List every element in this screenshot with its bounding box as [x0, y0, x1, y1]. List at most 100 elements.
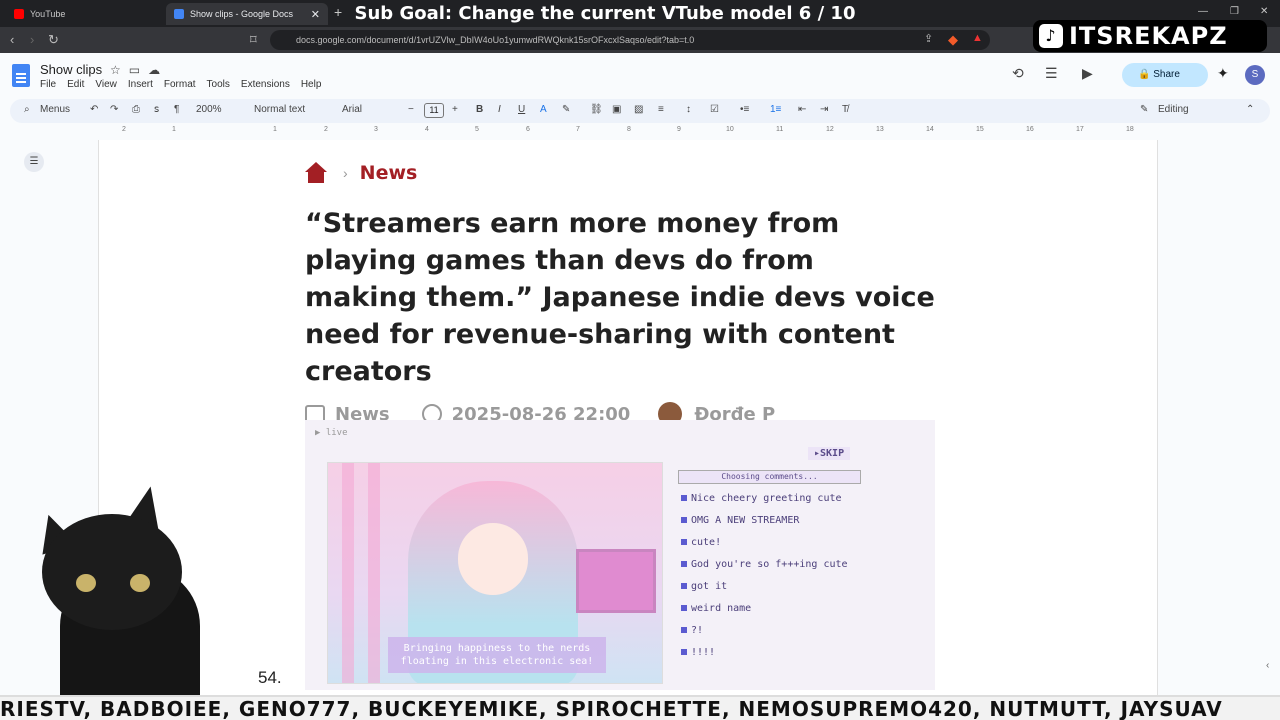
cloud-status-icon[interactable]: ☁ — [148, 63, 168, 77]
right-rail — [1158, 140, 1280, 695]
ruler-tick: 1 — [273, 126, 277, 133]
align-icon[interactable]: ≡ — [658, 104, 664, 115]
text-color-icon[interactable]: A — [540, 104, 547, 115]
tab-youtube[interactable]: YouTube — [6, 3, 161, 25]
menu-insert[interactable]: Insert — [128, 79, 153, 90]
print-icon[interactable]: ⎙ — [132, 104, 140, 115]
tiktok-handle-overlay: ♪ ITSREKAPZ — [1033, 20, 1267, 52]
game-caption: Bringing happiness to the nerds floating… — [388, 637, 606, 673]
menu-view[interactable]: View — [95, 79, 117, 90]
font-size-field[interactable]: 11 — [424, 103, 444, 118]
back-icon[interactable]: ‹ — [10, 32, 14, 47]
ruler-tick: 8 — [627, 126, 631, 133]
bullet-list-icon[interactable]: •≡ — [740, 104, 749, 115]
search-icon[interactable]: ⌕ — [24, 104, 30, 115]
pasted-article: › News “Streamers earn more money from p… — [305, 155, 935, 426]
menu-help[interactable]: Help — [301, 79, 322, 90]
comment-item: God you're so f+++ing cute — [681, 559, 861, 570]
menu-tools[interactable]: Tools — [207, 79, 230, 90]
restore-icon[interactable]: ❐ — [1230, 6, 1239, 17]
menu-extensions[interactable]: Extensions — [241, 79, 290, 90]
game-scene-image: Bringing happiness to the nerds floating… — [327, 462, 663, 684]
link-icon[interactable]: ⛓ — [590, 104, 603, 115]
docs-icon — [174, 9, 184, 19]
clear-formatting-icon[interactable]: T̸ — [842, 104, 848, 115]
undo-icon[interactable]: ↶ — [90, 104, 98, 115]
reload-icon[interactable]: ↻ — [48, 32, 59, 48]
share-button[interactable]: 🔒 Share — [1122, 63, 1208, 87]
zoom-select[interactable]: 200% — [196, 104, 222, 115]
decor-stripe — [342, 463, 354, 683]
url-field[interactable]: docs.google.com/document/d/1vrUZVlw_DbIW… — [270, 30, 990, 50]
paint-format-icon[interactable]: ¶ — [174, 104, 179, 115]
checklist-icon[interactable]: ☑ — [710, 104, 719, 115]
monitor-prop — [576, 549, 656, 613]
decrease-font-icon[interactable]: − — [408, 104, 414, 115]
comment-item: !!!! — [681, 647, 861, 658]
meet-icon[interactable]: ▶ — [1082, 65, 1093, 82]
decor-stripe — [368, 463, 380, 683]
gemini-icon[interactable]: ✦ — [1217, 65, 1229, 82]
comment-list: Nice cheery greeting cute OMG A NEW STRE… — [681, 493, 861, 669]
ruler-tick: 5 — [475, 126, 479, 133]
ruler-tick: 2 — [122, 126, 126, 133]
ruler-tick: 12 — [826, 126, 834, 133]
outline-icon[interactable]: ☰ — [24, 152, 44, 172]
ruler-tick: 18 — [1126, 126, 1134, 133]
choosing-comments-label: Choosing comments... — [678, 470, 861, 484]
ruler[interactable]: 2 1 1 2 3 4 5 6 7 8 9 10 11 12 13 14 15 … — [98, 126, 1158, 140]
highlight-icon[interactable]: ✎ — [562, 104, 570, 115]
menus-search[interactable]: Menus — [40, 104, 70, 115]
menu-edit[interactable]: Edit — [67, 79, 84, 90]
close-window-icon[interactable]: ✕ — [1260, 6, 1268, 17]
forward-icon[interactable]: › — [30, 32, 34, 47]
tiktok-icon: ♪ — [1039, 24, 1063, 48]
underline-icon[interactable]: U — [518, 104, 525, 115]
ruler-tick: 17 — [1076, 126, 1084, 133]
rewards-icon[interactable]: ▲ — [972, 32, 983, 44]
character-face — [458, 523, 528, 595]
brave-shield-icon[interactable]: ◆ — [948, 32, 958, 48]
menu-file[interactable]: File — [40, 79, 56, 90]
ruler-tick: 11 — [776, 126, 784, 133]
game-screenshot: ▶ live Bringing happiness to the nerds f… — [305, 420, 935, 690]
increase-font-icon[interactable]: + — [452, 104, 458, 115]
scroll-chevron-icon[interactable]: ‹ — [1266, 660, 1269, 671]
breadcrumb: › News — [305, 155, 935, 191]
style-select[interactable]: Normal text — [254, 104, 305, 115]
bold-icon[interactable]: B — [476, 104, 483, 115]
history-icon[interactable]: ⟲ — [1012, 65, 1024, 82]
font-select[interactable]: Arial — [342, 104, 362, 115]
minimize-icon[interactable]: — — [1198, 6, 1208, 17]
increase-indent-icon[interactable]: ⇥ — [820, 104, 828, 115]
tab-label: YouTube — [30, 9, 66, 19]
supporter-ticker: RIESTV, BADBOIEE, GENO777, BUCKEYEMIKE, … — [0, 695, 1280, 720]
star-icon[interactable]: ☆ — [110, 63, 129, 77]
comment-add-icon[interactable]: ▣ — [612, 104, 621, 115]
ruler-tick: 3 — [374, 126, 378, 133]
line-spacing-icon[interactable]: ↕ — [686, 104, 691, 115]
menu-format[interactable]: Format — [164, 79, 196, 90]
ruler-tick: 10 — [726, 126, 734, 133]
docs-logo-icon[interactable] — [12, 64, 30, 87]
account-avatar[interactable]: S — [1245, 65, 1265, 85]
image-icon[interactable]: ▨ — [634, 104, 643, 115]
spellcheck-icon[interactable]: ꜱ — [154, 104, 159, 115]
redo-icon[interactable]: ↷ — [110, 104, 118, 115]
bookmark-icon[interactable]: ⌑ — [250, 32, 257, 48]
article-headline: “Streamers earn more money from playing … — [305, 208, 935, 387]
comments-icon[interactable]: ☰ — [1045, 65, 1058, 82]
italic-icon[interactable]: I — [498, 104, 501, 115]
vtuber-cat-avatar — [30, 482, 200, 696]
document-title[interactable]: Show clips — [40, 62, 102, 77]
ruler-tick: 16 — [1026, 126, 1034, 133]
hide-menus-icon[interactable]: ⌃ — [1246, 104, 1254, 115]
share-page-icon[interactable]: ⇪ — [924, 32, 933, 45]
comment-item: Nice cheery greeting cute — [681, 493, 861, 504]
mode-select[interactable]: Editing — [1158, 104, 1189, 115]
move-folder-icon[interactable]: ▭ — [129, 63, 148, 77]
numbered-list-icon[interactable]: 1≡ — [770, 104, 781, 115]
live-label: ▶ live — [315, 428, 348, 438]
decrease-indent-icon[interactable]: ⇤ — [798, 104, 806, 115]
chevron-right-icon: › — [343, 165, 348, 181]
